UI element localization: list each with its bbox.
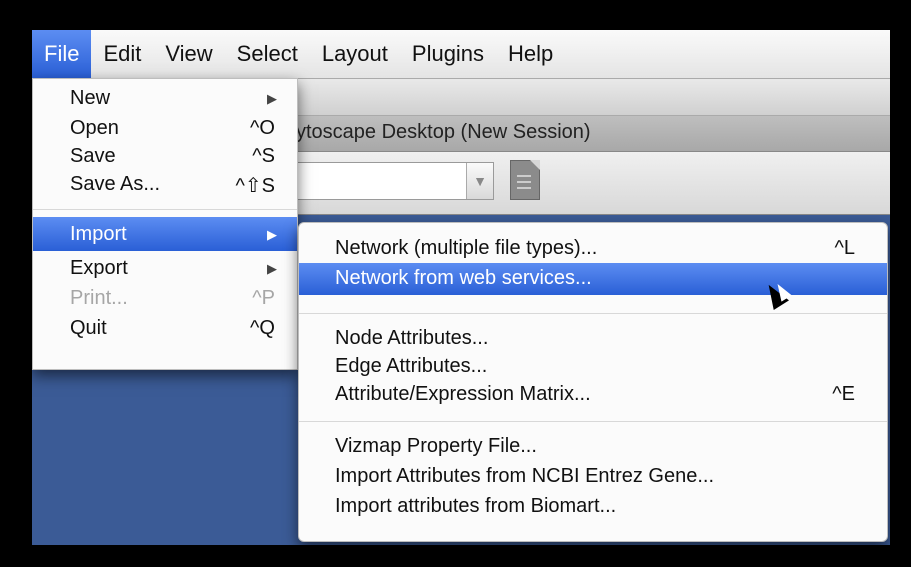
menu-item-label: New: [70, 87, 111, 109]
menu-plugins[interactable]: Plugins: [400, 30, 496, 78]
menu-separator: [299, 313, 887, 314]
menu-separator: [299, 421, 887, 422]
menu-item-shortcut: ^Q: [250, 317, 275, 339]
menu-item-label: Attribute/Expression Matrix...: [335, 383, 591, 405]
document-icon[interactable]: [510, 160, 540, 200]
menu-item-save[interactable]: Save ^S: [33, 141, 297, 171]
menu-separator: [33, 209, 297, 210]
menu-item-vizmap[interactable]: Vizmap Property File...: [299, 431, 887, 461]
menu-item-print: Print... ^P: [33, 283, 297, 313]
menu-item-label: Export: [70, 257, 128, 279]
menu-item-label: Save: [70, 145, 116, 167]
menu-item-label: Network (multiple file types)...: [335, 237, 598, 259]
menu-bar: File Edit View Select Layout Plugins Hel…: [32, 30, 890, 79]
menu-item-quit[interactable]: Quit ^Q: [33, 313, 297, 343]
menu-item-import[interactable]: Import ▶: [33, 217, 297, 251]
menu-item-label: Import attributes from Biomart...: [335, 495, 617, 517]
menu-help[interactable]: Help: [496, 30, 565, 78]
menu-item-new[interactable]: New ▶: [33, 83, 297, 113]
menu-item-label: Network from web services...: [335, 267, 592, 289]
menu-item-label: Import: [70, 223, 127, 245]
menu-item-label: Open: [70, 117, 119, 139]
menu-item-network-web[interactable]: Network from web services...: [299, 263, 887, 295]
menu-item-label: Vizmap Property File...: [335, 435, 537, 457]
toolbar-combo-box[interactable]: ▼: [282, 162, 494, 200]
menu-layout[interactable]: Layout: [310, 30, 400, 78]
menu-item-export[interactable]: Export ▶: [33, 253, 297, 283]
menu-item-open[interactable]: Open ^O: [33, 113, 297, 143]
file-menu: New ▶ Open ^O Save ^S Save As... ^⇧S Imp…: [32, 78, 298, 370]
menu-item-label: Save As...: [70, 173, 161, 195]
menu-item-network-multiple[interactable]: Network (multiple file types)... ^L: [299, 233, 887, 263]
menu-select[interactable]: Select: [225, 30, 310, 78]
submenu-arrow-icon: ▶: [267, 227, 277, 242]
menu-item-edge-attributes[interactable]: Edge Attributes...: [299, 351, 887, 381]
menu-item-attribute-matrix[interactable]: Attribute/Expression Matrix... ^E: [299, 379, 887, 409]
import-submenu: Network (multiple file types)... ^L Netw…: [298, 222, 888, 542]
menu-item-shortcut: ^E: [832, 383, 855, 405]
menu-item-shortcut: ^S: [252, 145, 275, 167]
menu-item-label: Print...: [70, 287, 128, 309]
menu-item-shortcut: ^P: [252, 287, 275, 309]
document-line: [517, 175, 531, 177]
document-line: [517, 187, 531, 189]
submenu-arrow-icon: ▶: [267, 261, 277, 276]
window-title: ytoscape Desktop (New Session): [296, 121, 591, 143]
menu-item-shortcut: ^O: [250, 117, 275, 139]
document-line: [517, 181, 531, 183]
menu-item-biomart[interactable]: Import attributes from Biomart...: [299, 491, 887, 521]
app-screen: File Edit View Select Layout Plugins Hel…: [32, 30, 890, 545]
menu-item-label: Import Attributes from NCBI Entrez Gene.…: [335, 465, 715, 487]
menu-file[interactable]: File: [32, 30, 92, 78]
chevron-down-icon[interactable]: ▼: [466, 163, 493, 199]
menu-item-shortcut: ^⇧S: [235, 175, 275, 197]
menu-edit[interactable]: Edit: [91, 30, 153, 78]
menu-item-save-as[interactable]: Save As... ^⇧S: [33, 169, 297, 199]
menu-item-label: Edge Attributes...: [335, 355, 488, 377]
menu-item-ncbi[interactable]: Import Attributes from NCBI Entrez Gene.…: [299, 461, 887, 491]
menu-item-node-attributes[interactable]: Node Attributes...: [299, 323, 887, 353]
menu-item-label: Node Attributes...: [335, 327, 489, 349]
menu-view[interactable]: View: [153, 30, 224, 78]
menu-item-shortcut: ^L: [834, 237, 855, 259]
menu-item-label: Quit: [70, 317, 107, 339]
submenu-arrow-icon: ▶: [267, 91, 277, 106]
